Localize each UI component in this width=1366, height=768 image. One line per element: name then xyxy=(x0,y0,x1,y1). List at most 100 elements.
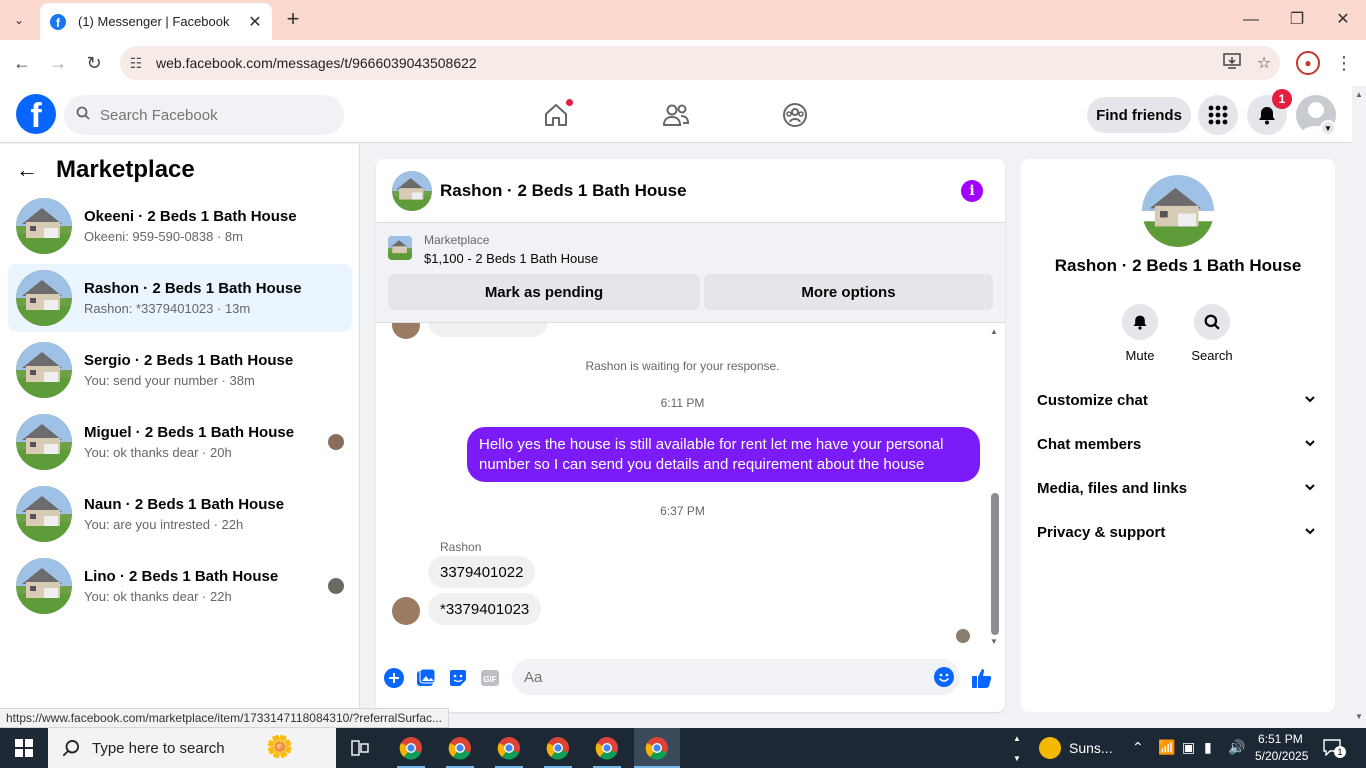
outgoing-message[interactable]: Hello yes the house is still available f… xyxy=(467,427,980,482)
mark-as-pending-button[interactable]: Mark as pending xyxy=(388,274,700,310)
tab-search-chevron-icon[interactable]: ⌄ xyxy=(8,10,30,30)
search-icon xyxy=(62,740,79,757)
section-label: Chat members xyxy=(1037,435,1142,453)
close-window-icon[interactable]: ✕ xyxy=(1329,8,1357,32)
back-icon[interactable]: ← xyxy=(10,51,34,75)
scroll-thumb[interactable] xyxy=(991,493,999,635)
privacy-support-section[interactable]: Privacy & support xyxy=(1029,510,1327,554)
incoming-message[interactable]: *3379401023 xyxy=(428,593,542,625)
url-text[interactable]: web.facebook.com/messages/t/966603904350… xyxy=(156,55,1216,71)
scroll-down-icon[interactable]: ▼ xyxy=(990,637,998,646)
tab-close-icon[interactable]: ✕ xyxy=(246,12,264,32)
like-thumbs-up-icon[interactable] xyxy=(970,666,994,690)
photo-icon[interactable] xyxy=(414,666,438,690)
weather-sun-icon[interactable] xyxy=(1034,732,1066,764)
listing-label: Marketplace xyxy=(424,233,490,247)
listing-thumbnail[interactable] xyxy=(388,236,412,260)
page-scroll-up-icon[interactable]: ▲ xyxy=(1355,90,1363,99)
message-input[interactable] xyxy=(524,668,928,686)
browser-tab[interactable]: f (1) Messenger | Facebook ✕ xyxy=(40,3,272,40)
conversation-preview: You: ok thanks dear · 22h xyxy=(84,589,232,604)
new-tab-icon[interactable]: + xyxy=(282,8,304,30)
find-friends-button[interactable]: Find friends xyxy=(1087,97,1191,133)
facebook-search[interactable] xyxy=(64,95,344,135)
previous-message-bubble xyxy=(428,323,548,337)
search-label: Search xyxy=(1191,348,1233,363)
menu-grid-icon[interactable] xyxy=(1198,95,1238,135)
weather-text[interactable]: Suns... xyxy=(1069,740,1113,756)
chrome-icon[interactable] xyxy=(591,732,623,768)
chat-title[interactable]: Rashon · 2 Beds 1 Bath House xyxy=(440,181,961,201)
conversation-item[interactable]: Okeeni · 2 Beds 1 Bath House Okeeni: 959-… xyxy=(8,192,352,260)
clock-time[interactable]: 6:51 PM xyxy=(1258,732,1303,746)
home-icon[interactable] xyxy=(541,98,574,130)
read-receipt-avatar xyxy=(956,629,970,643)
thread-scrollbar[interactable]: ▲ ▼ xyxy=(989,327,1001,647)
friends-icon[interactable] xyxy=(661,100,691,130)
page-scrollbar[interactable]: ▲ ▼ xyxy=(1352,86,1366,728)
info-icon[interactable]: i xyxy=(961,179,983,202)
conversation-preview: You: ok thanks dear · 20h xyxy=(84,445,232,460)
listing-price[interactable]: $1,100 - 2 Beds 1 Bath House xyxy=(424,251,598,266)
groups-icon[interactable] xyxy=(780,100,810,130)
sticker-icon[interactable] xyxy=(446,666,470,690)
conversation-item[interactable]: Sergio · 2 Beds 1 Bath House You: send yo… xyxy=(8,336,352,404)
network-icon[interactable]: 📶 xyxy=(1158,739,1175,756)
browser-menu-icon[interactable]: ⋮ xyxy=(1334,51,1354,75)
volume-icon[interactable]: 🔊 xyxy=(1228,739,1245,756)
conversation-item-active[interactable]: Rashon · 2 Beds 1 Bath House Rashon: *337… xyxy=(8,264,352,332)
conversation-name: Sergio · 2 Beds 1 Bath House xyxy=(84,352,294,369)
plus-circle-icon[interactable] xyxy=(382,666,406,690)
browser-toolbar: ← → ↻ ☷ web.facebook.com/messages/t/9666… xyxy=(0,40,1366,86)
conversation-item[interactable]: Lino · 2 Beds 1 Bath House You: ok thanks… xyxy=(8,552,352,620)
search-icon xyxy=(1194,304,1230,340)
reload-icon[interactable]: ↻ xyxy=(82,51,106,75)
chrome-icon[interactable] xyxy=(395,732,427,768)
forward-icon[interactable]: → xyxy=(46,51,70,75)
mute-button[interactable]: Mute xyxy=(1110,304,1170,363)
chrome-icon-active[interactable] xyxy=(634,728,680,768)
search-in-conversation-button[interactable]: Search xyxy=(1182,304,1242,363)
chrome-icon[interactable] xyxy=(444,732,476,768)
sender-avatar[interactable] xyxy=(392,597,420,625)
incoming-message[interactable]: 3379401022 xyxy=(428,556,536,588)
install-app-icon[interactable] xyxy=(1216,52,1248,74)
more-options-button[interactable]: More options xyxy=(704,274,993,310)
conversation-item[interactable]: Naun · 2 Beds 1 Bath House You: are you i… xyxy=(8,480,352,548)
message-input-box[interactable] xyxy=(512,659,960,695)
gif-icon[interactable]: GIF xyxy=(478,666,502,690)
site-info-icon[interactable]: ☷ xyxy=(126,55,146,72)
account-chevron-icon[interactable]: ▼ xyxy=(1320,120,1336,136)
conversation-item[interactable]: Miguel · 2 Beds 1 Bath House You: ok than… xyxy=(8,408,352,476)
notification-center-icon[interactable]: 1 xyxy=(1322,738,1346,758)
taskbar-search[interactable]: Type here to search 🌼 xyxy=(48,728,336,768)
minimize-icon[interactable]: — xyxy=(1237,8,1265,32)
tray-chevron-up-icon[interactable]: ⌃ xyxy=(1132,739,1144,756)
task-view-icon[interactable] xyxy=(344,732,376,764)
chrome-icon[interactable] xyxy=(542,732,574,768)
battery-icon[interactable]: ▮ xyxy=(1204,739,1212,756)
page-scroll-down-icon[interactable]: ▼ xyxy=(1355,712,1363,721)
device-icon[interactable]: ▣ xyxy=(1182,739,1195,756)
back-arrow-icon[interactable]: ← xyxy=(16,157,48,183)
browser-profile-icon[interactable]: ● xyxy=(1296,51,1320,75)
bookmark-star-icon[interactable]: ☆ xyxy=(1248,53,1280,73)
restore-icon[interactable]: ❐ xyxy=(1283,8,1311,32)
windows-start-icon[interactable] xyxy=(0,728,48,768)
scroll-up-icon[interactable]: ▲ xyxy=(990,327,998,336)
chat-house-avatar[interactable] xyxy=(392,170,432,211)
chat-members-section[interactable]: Chat members xyxy=(1029,422,1327,466)
facebook-logo-icon[interactable]: f xyxy=(16,94,56,134)
chrome-icon[interactable] xyxy=(493,732,525,768)
media-files-links-section[interactable]: Media, files and links xyxy=(1029,466,1327,510)
search-input[interactable] xyxy=(100,106,320,124)
tab-title: (1) Messenger | Facebook xyxy=(78,14,230,29)
address-bar[interactable]: ☷ web.facebook.com/messages/t/9666039043… xyxy=(120,46,1280,80)
timestamp: 6:11 PM xyxy=(660,396,705,410)
details-house-avatar[interactable] xyxy=(1142,175,1214,247)
taskbar-scroll-icon[interactable]: ▲ ▼ xyxy=(1010,728,1024,768)
clock-date[interactable]: 5/20/2025 xyxy=(1255,749,1308,763)
emoji-icon[interactable] xyxy=(928,667,960,687)
facebook-header: f Find friends xyxy=(0,86,1352,143)
customize-chat-section[interactable]: Customize chat xyxy=(1029,378,1327,422)
